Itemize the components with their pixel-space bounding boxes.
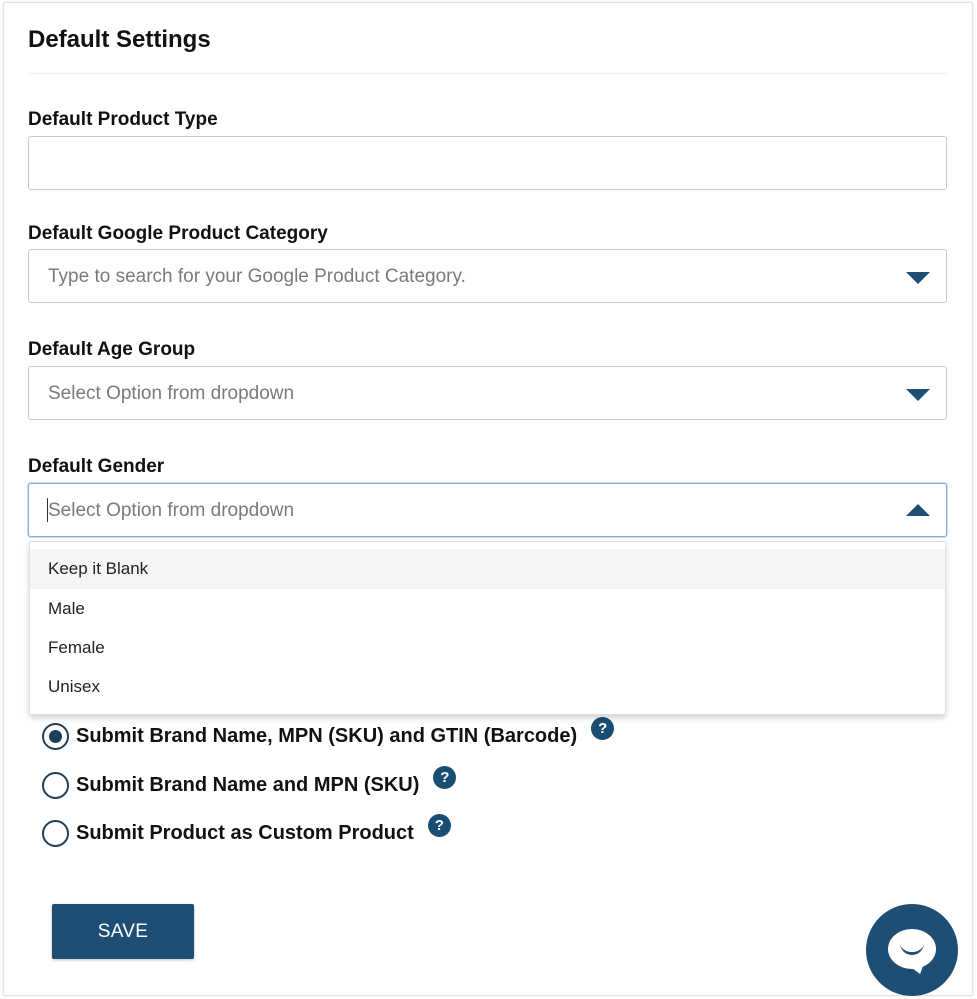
submission-label-custom[interactable]: Submit Product as Custom Product (76, 822, 414, 845)
submission-option-row[interactable]: Submit Brand Name and MPN (SKU) ? (42, 765, 457, 800)
chevron-up-icon[interactable] (906, 504, 930, 516)
age-group-placeholder: Select Option from dropdown (48, 383, 295, 404)
chevron-down-icon[interactable] (906, 389, 930, 401)
question-circle-icon[interactable]: ? (433, 765, 457, 789)
gender-placeholder: Select Option from dropdown (48, 500, 295, 521)
submission-label-gtin[interactable]: Submit Brand Name, MPN (SKU) and GTIN (B… (76, 725, 577, 748)
gender-option-unisex[interactable]: Unisex (30, 667, 945, 707)
submission-option-row[interactable]: Submit Product as Custom Product ? (42, 813, 451, 848)
google-category-label: Default Google Product Category (28, 223, 328, 244)
submission-radio-mpn[interactable] (42, 771, 69, 799)
submission-radio-gtin[interactable] (42, 722, 69, 750)
gender-label: Default Gender (28, 456, 165, 477)
age-group-label: Default Age Group (28, 339, 196, 360)
gender-option-keep-blank[interactable]: Keep it Blank (30, 549, 945, 589)
submission-label-mpn[interactable]: Submit Brand Name and MPN (SKU) (76, 774, 419, 797)
product-type-label: Default Product Type (28, 109, 218, 130)
gender-option-male[interactable]: Male (30, 589, 945, 629)
page-title: Default Settings (28, 26, 211, 53)
age-group-select[interactable]: Select Option from dropdown (28, 366, 947, 420)
chat-launcher-button[interactable] (866, 904, 958, 996)
chevron-down-icon[interactable] (906, 272, 930, 284)
save-button[interactable]: SAVE (52, 904, 194, 959)
question-circle-icon[interactable]: ? (591, 716, 615, 740)
title-divider (28, 73, 947, 74)
google-category-select[interactable]: Type to search for your Google Product C… (28, 249, 947, 303)
gender-dropdown-menu: Keep it Blank Male Female Unisex (29, 541, 946, 715)
google-category-placeholder: Type to search for your Google Product C… (48, 266, 466, 287)
gender-select[interactable]: Select Option from dropdown (28, 483, 947, 537)
gender-option-female[interactable]: Female (30, 628, 945, 668)
submission-radio-custom[interactable] (42, 819, 69, 847)
question-circle-icon[interactable]: ? (427, 813, 451, 837)
submission-option-row[interactable]: Submit Brand Name, MPN (SKU) and GTIN (B… (42, 716, 615, 751)
product-type-input[interactable] (28, 136, 947, 190)
